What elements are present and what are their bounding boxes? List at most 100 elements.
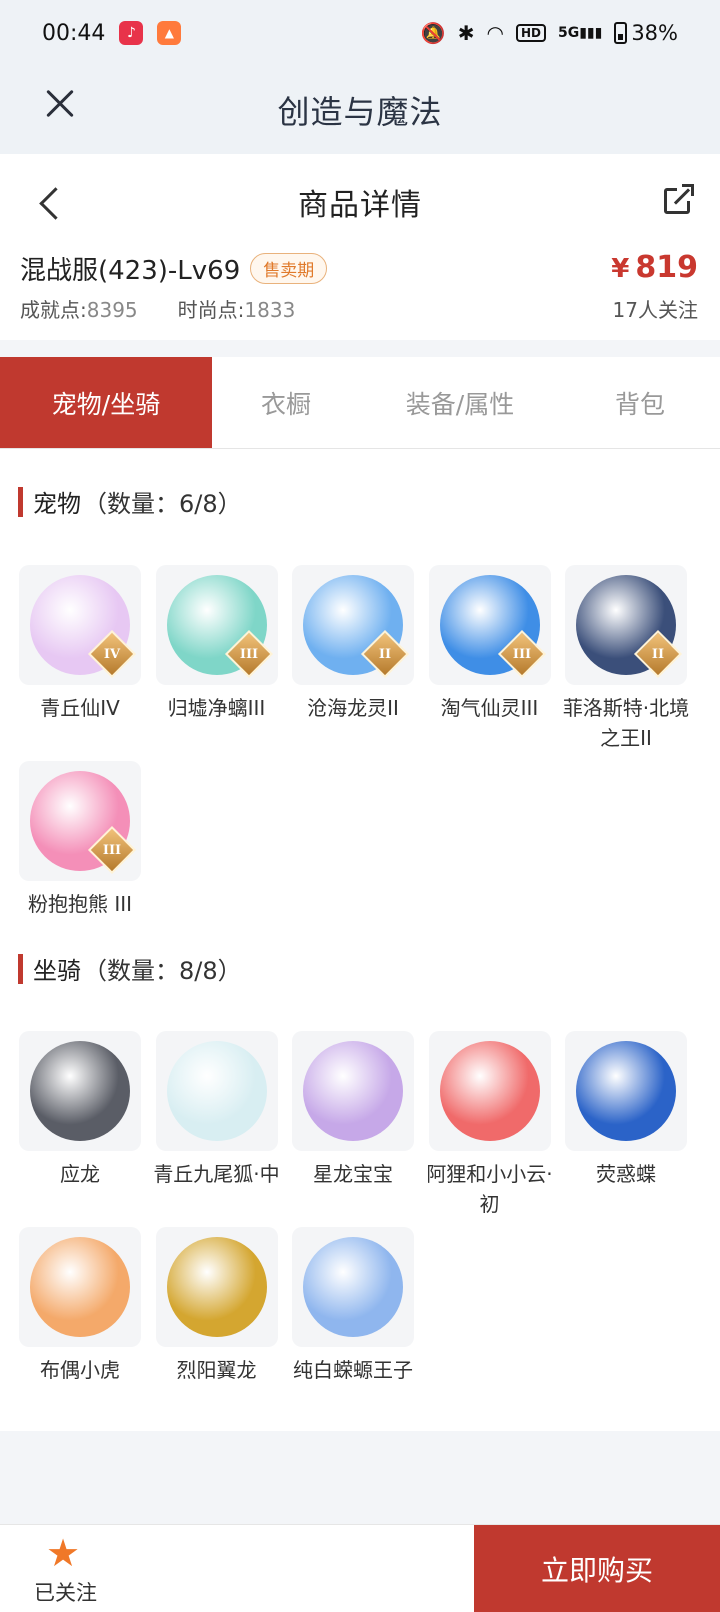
pets-title: 宠物 [33,490,81,518]
pet-thumbnail: III [428,565,551,685]
item-name-row: 混战服(423)-Lv69 售卖期 [20,250,328,287]
pet-item[interactable]: II 菲洛斯特·北境之王II [563,565,689,753]
pet-label: 菲洛斯特·北境之王II [562,696,690,750]
pet-thumbnail: IV [19,565,141,685]
mount-item[interactable]: 荧惑蝶 [565,1031,687,1189]
mount-thumbnail [428,1031,551,1151]
mount-item[interactable]: 青丘九尾狐·中 [153,1031,280,1189]
game-app-icon: ▲ [157,21,182,45]
status-badge: 售卖期 [250,253,328,284]
fashion-points: 时尚点:1833 [178,294,296,323]
page-title: 商品详情 [298,188,422,223]
rank-text: II [378,646,392,662]
price-value: 819 [635,250,698,285]
achievement-points: 成就点:8395 [20,294,138,323]
price: ¥819 [611,250,698,285]
star-icon: ★ [46,1531,81,1575]
followers-count: 17人关注 [612,298,698,322]
status-bar: 00:44 ♪ ▲ 🔕 ✱ ◠ HD 5G▮▮▮ 38% [0,0,720,66]
wifi-icon: ◠ [486,21,504,45]
rank-text: III [512,646,531,662]
mount-thumbnail [155,1031,278,1151]
pet-label: 青丘仙IV [40,696,120,720]
close-icon[interactable] [40,84,80,124]
mount-thumbnail [565,1031,687,1151]
mount-image [303,1041,403,1141]
mount-image [576,1041,676,1141]
mount-image [30,1237,130,1337]
pet-thumbnail: II [292,565,414,685]
mount-item[interactable]: 布偶小虎 [19,1227,141,1385]
pets-count: （数量：6/8） [83,490,242,518]
back-arrow-icon[interactable] [36,184,64,220]
pet-thumbnail: III [155,565,278,685]
mount-label: 青丘九尾狐·中 [153,1162,280,1186]
follow-button[interactable]: ★ 已关注 [0,1525,135,1612]
battery-icon [614,22,628,44]
tab-wardrobe[interactable]: 衣橱 [212,357,360,448]
tab-content: 宠物 （数量：6/8） IV 青丘仙IV III 归墟净螭III II 沧海龙灵II III 淘… [0,449,720,1431]
pet-item[interactable]: IV 青丘仙IV [19,565,141,723]
achievement-value: 8395 [86,298,138,322]
price-symbol: ¥ [611,254,630,284]
mount-item[interactable]: 星龙宝宝 [292,1031,414,1189]
mount-image [166,1041,267,1141]
mount-item[interactable]: 阿狸和小小云·初 [426,1031,553,1219]
mute-icon: 🔕 [420,21,446,45]
pet-item[interactable]: III 归墟净螭III [155,565,278,723]
mount-image [166,1237,267,1337]
mount-label: 布偶小虎 [40,1358,120,1382]
mount-label: 阿狸和小小云·初 [426,1162,553,1216]
rank-text: II [651,646,665,662]
share-icon[interactable] [664,182,696,214]
status-time: 00:44 [42,20,106,46]
mount-image [30,1041,130,1141]
mount-label: 星龙宝宝 [313,1162,393,1186]
mount-item[interactable]: 纯白蝾螈王子 [292,1227,414,1385]
signal-icon: 5G▮▮▮ [557,25,603,41]
tab-pets-mounts[interactable]: 宠物/坐骑 [0,357,212,448]
mounts-count: （数量：8/8） [83,957,242,985]
follow-label: 已关注 [34,1581,97,1605]
pet-label: 沧海龙灵II [307,696,399,720]
nav-bar: 商品详情 [0,154,720,250]
mount-thumbnail [292,1227,414,1347]
tab-backpack[interactable]: 背包 [560,357,720,448]
fashion-value: 1833 [244,298,296,322]
music-app-icon: ♪ [119,21,144,45]
network-type: 5G [557,25,580,41]
hd-icon: HD [515,24,546,42]
pet-thumbnail: II [565,565,687,685]
bottom-bar: ★ 已关注 立即购买 [0,1524,720,1612]
mount-item[interactable]: 烈阳翼龙 [155,1227,278,1385]
mount-image [439,1041,540,1141]
bluetooth-icon: ✱ [457,21,475,45]
mount-thumbnail [155,1227,278,1347]
mount-thumbnail [292,1031,414,1151]
fashion-label: 时尚点: [177,298,245,322]
app-header: 创造与魔法 [0,66,720,154]
achievement-label: 成就点: [20,298,87,322]
rank-text: IV [103,646,121,662]
pet-label: 淘气仙灵III [440,696,539,720]
product-summary: 商品详情 混战服(423)-Lv69 售卖期 ¥819 成就点:8395 时尚点… [0,154,720,340]
rank-text: III [102,842,122,858]
pet-item[interactable]: II 沧海龙灵II [292,565,414,723]
mount-item[interactable]: 应龙 [19,1031,141,1189]
app-title: 创造与魔法 [277,93,443,131]
mount-label: 纯白蝾螈王子 [293,1358,413,1382]
pet-label: 粉抱抱熊 III [27,892,133,916]
tab-bar: 宠物/坐骑 衣橱 装备/属性 背包 [0,357,720,449]
pet-item[interactable]: III 粉抱抱熊 III [19,761,141,919]
rank-text: III [239,646,258,662]
item-stats: 成就点:8395 时尚点:1833 [20,294,295,323]
mount-thumbnail [19,1227,141,1347]
mounts-section-title: 坐骑 （数量：8/8） [18,951,242,986]
pet-item[interactable]: III 淘气仙灵III [428,565,551,723]
pets-section-title: 宠物 （数量：6/8） [18,484,242,519]
mounts-title: 坐骑 [33,957,81,985]
buy-now-button[interactable]: 立即购买 [474,1525,720,1612]
mount-thumbnail [19,1031,141,1151]
tab-equipment[interactable]: 装备/属性 [360,357,560,448]
item-name: 混战服(423)-Lv69 [20,256,241,286]
